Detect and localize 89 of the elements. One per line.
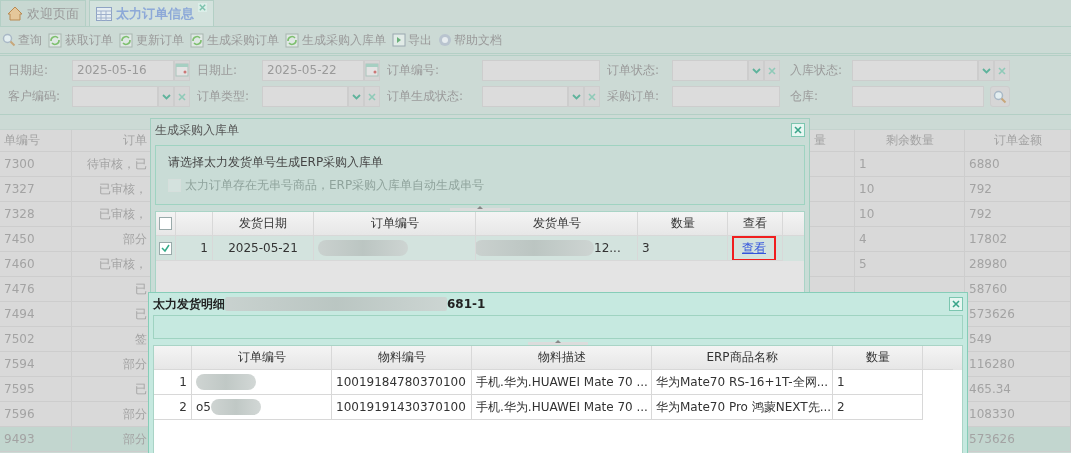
close-button[interactable] (949, 297, 963, 311)
search-icon (2, 33, 16, 47)
checkbox[interactable] (159, 217, 172, 230)
field-label: 订单编号: (387, 62, 441, 79)
splitter-handle[interactable] (528, 339, 588, 345)
table-cell: 3 (638, 236, 728, 261)
search-button[interactable] (990, 86, 1010, 107)
date-field[interactable]: 2025-05-22 (262, 60, 364, 81)
clear-button[interactable] (174, 86, 190, 107)
refresh-icon (119, 32, 134, 48)
field-label: 日期起: (8, 62, 50, 79)
column-header[interactable]: ERP商品名称 (652, 346, 833, 370)
checkbox[interactable] (159, 241, 172, 255)
chevron-down-icon (981, 67, 991, 74)
row-number: 1 (154, 370, 192, 395)
chevron-down-icon (751, 67, 761, 74)
dropdown-button[interactable] (748, 60, 764, 81)
tab-close-button[interactable] (198, 3, 207, 14)
view-link[interactable]: 查看 (742, 239, 766, 257)
dropdown-button[interactable] (348, 86, 364, 107)
toolbar-button[interactable]: 生成采购入库单 (285, 31, 386, 49)
close-icon (951, 299, 961, 309)
dropdown-button[interactable] (568, 86, 584, 107)
field-label: 订单生成状态: (387, 88, 465, 105)
toolbar-button[interactable]: 查询 (2, 31, 42, 49)
table-icon (96, 6, 112, 21)
field-label: 仓库: (790, 88, 820, 105)
chevron-down-icon (571, 93, 581, 100)
refresh-icon (190, 32, 205, 48)
table-cell: 华为Mate70 RS-16+1T-全网... (652, 370, 833, 395)
table-cell: 10019191430370100 (332, 395, 472, 420)
export-icon (392, 33, 406, 47)
dialog-title: 太力发货明细 (153, 295, 225, 313)
dialog-title: 生成采购入库单 (155, 121, 239, 139)
column-header[interactable]: 订单编号 (192, 346, 332, 370)
clear-button[interactable] (584, 86, 600, 107)
field-label: 日期止: (197, 62, 239, 79)
splitter-handle[interactable] (450, 205, 510, 211)
column-header[interactable]: 数量 (833, 346, 923, 370)
close-icon (997, 65, 1007, 76)
home-icon (7, 6, 23, 21)
refresh-icon (48, 32, 63, 48)
column-header (154, 346, 192, 370)
close-icon (367, 91, 377, 102)
close-icon (767, 65, 777, 76)
toolbar-button[interactable]: 获取订单 (48, 31, 113, 49)
table-cell: 手机.华为.HUAWEI Mate 70 ... (472, 370, 652, 395)
field-label: 订单状态: (607, 62, 661, 79)
search-icon (993, 89, 1007, 104)
tab[interactable]: 欢迎页面 (0, 0, 86, 26)
tab-label: 欢迎页面 (27, 4, 79, 23)
clear-button[interactable] (994, 60, 1010, 81)
field-label: 客户编码: (8, 88, 62, 105)
close-icon (177, 91, 187, 102)
dialog-title: 681-1 (447, 297, 486, 311)
close-icon (793, 125, 803, 135)
field-label: 订单类型: (197, 88, 251, 105)
toolbar-button[interactable]: 导出 (392, 31, 432, 49)
field-label: 入库状态: (790, 62, 844, 79)
chevron-down-icon (351, 93, 361, 100)
cell-text: 12... (594, 241, 621, 255)
tab[interactable]: 太力订单信息 (89, 0, 214, 26)
toolbar-button[interactable]: 生成采购订单 (190, 31, 279, 49)
clear-button[interactable] (364, 86, 380, 107)
date-field[interactable]: 2025-05-16 (72, 60, 174, 81)
table-cell: 2 (833, 395, 923, 420)
clear-button[interactable] (764, 60, 780, 81)
close-icon (587, 91, 597, 102)
chevron-down-icon (161, 93, 171, 100)
table-cell: 10019184780370100 (332, 370, 472, 395)
field-label: 采购订单: (607, 88, 661, 105)
table-cell: 手机.华为.HUAWEI Mate 70 ... (472, 395, 652, 420)
table-cell: 华为Mate70 Pro 鸿蒙NEXT先... (652, 395, 833, 420)
help-icon (438, 33, 452, 47)
toolbar-button[interactable]: 更新订单 (119, 31, 184, 49)
dropdown-button[interactable] (158, 86, 174, 107)
dialog-message: 请选择太力发货单号生成ERP采购入库单 (168, 154, 385, 171)
tab-label: 太力订单信息 (116, 4, 194, 23)
close-button[interactable] (791, 123, 805, 137)
cell-text: o5 (196, 400, 211, 414)
table-cell: 2025-05-21 (213, 236, 314, 261)
toolbar-button[interactable]: 帮助文档 (438, 31, 502, 49)
dropdown-button[interactable] (978, 60, 994, 81)
refresh-icon (285, 32, 300, 48)
column-header[interactable]: 物料描述 (472, 346, 652, 370)
row-number: 1 (176, 236, 213, 261)
column-header[interactable]: 物料编号 (332, 346, 472, 370)
table-cell: 1 (833, 370, 923, 395)
row-number: 2 (154, 395, 192, 420)
